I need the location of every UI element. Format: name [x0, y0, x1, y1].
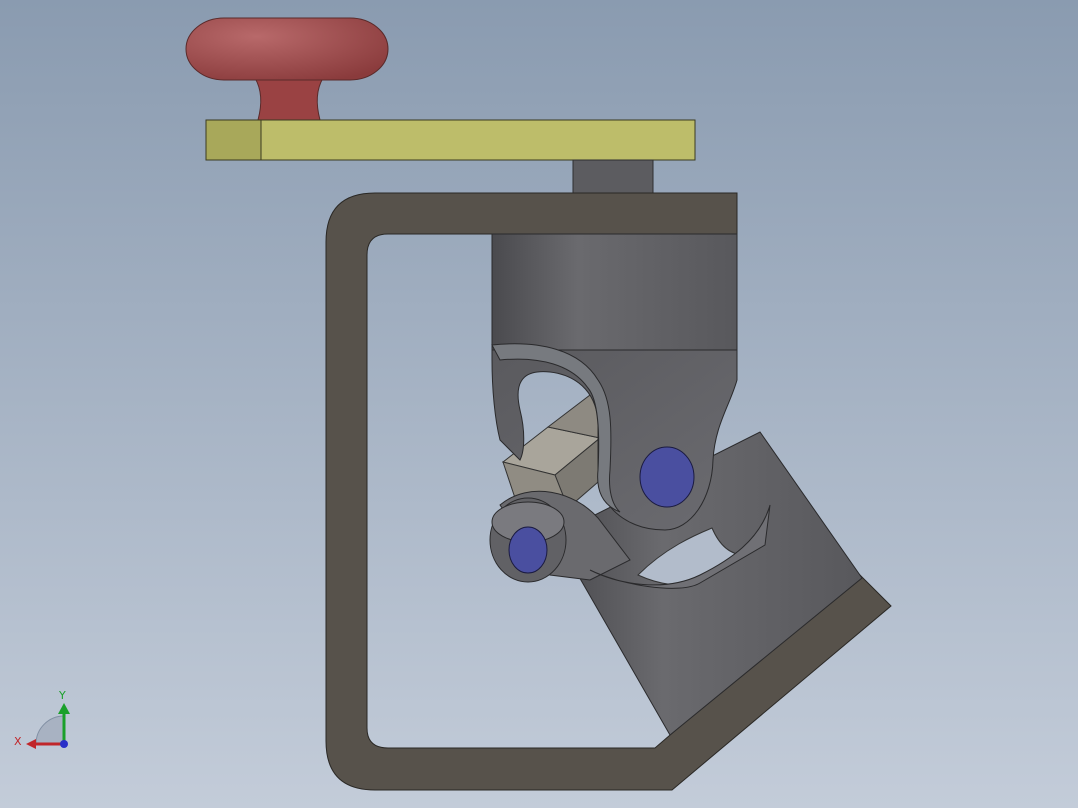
plate-body: [205, 119, 696, 161]
knob-cap: [185, 17, 389, 81]
plate-end-face: [205, 119, 262, 161]
upper-pivot-pin: [639, 446, 695, 508]
knob-stem: [254, 77, 324, 121]
model-canvas[interactable]: Y X: [0, 0, 1078, 808]
upper-shaft-stub[interactable]: [572, 159, 654, 196]
upper-shaft[interactable]: [491, 233, 738, 360]
plate-part[interactable]: [205, 119, 696, 161]
triad-z-axis-icon: [60, 740, 68, 748]
lower-pivot-pin: [508, 526, 548, 574]
triad-x-label: X: [14, 735, 22, 748]
graphics-viewport[interactable]: Y X: [0, 0, 1078, 808]
triad-y-label: Y: [58, 689, 66, 702]
